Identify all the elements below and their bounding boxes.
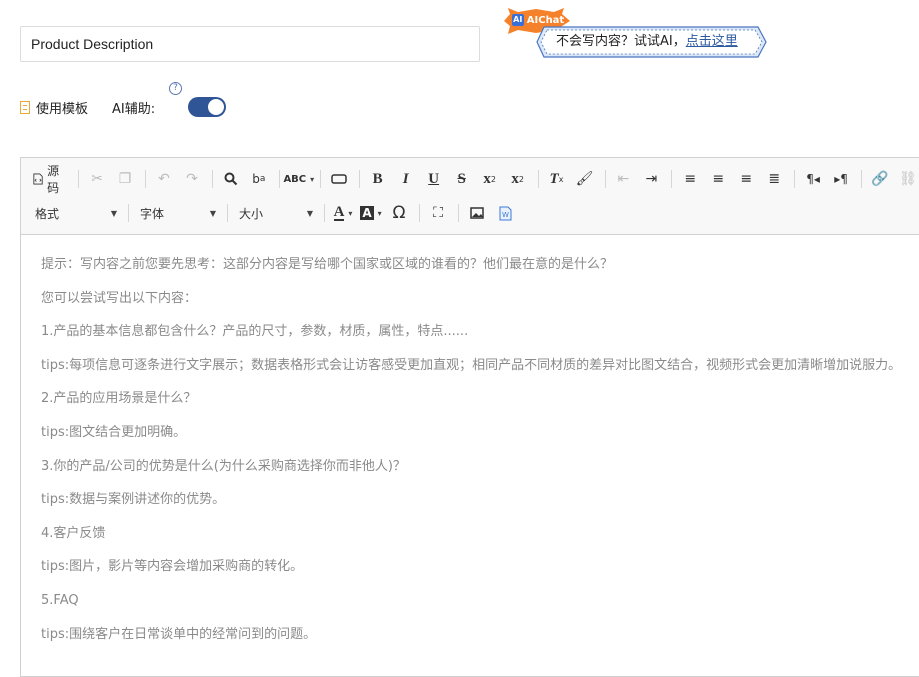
replace-icon[interactable]: ba bbox=[246, 166, 272, 192]
source-button[interactable]: 源码 bbox=[29, 164, 71, 195]
toggle-knob bbox=[208, 99, 224, 115]
content-line: tips:图文结合更加明确。 bbox=[41, 424, 187, 440]
bold-icon[interactable]: B bbox=[365, 166, 391, 192]
content-line: 4.客户反馈 bbox=[41, 525, 106, 541]
chevron-down-icon: ▼ bbox=[110, 208, 117, 218]
italic-icon[interactable]: I bbox=[393, 166, 419, 192]
chevron-down-icon: ▼ bbox=[306, 208, 313, 218]
cut-icon[interactable]: ✂ bbox=[84, 166, 110, 192]
aichat-badge-label: AIChat bbox=[526, 14, 565, 26]
subscript-icon[interactable]: x2 bbox=[477, 166, 503, 192]
text-color-icon[interactable]: A ▾ bbox=[330, 200, 356, 226]
justify-icon[interactable]: ≣ bbox=[761, 166, 787, 192]
source-label: 源码 bbox=[47, 164, 60, 195]
redo-icon[interactable]: ↷ bbox=[179, 166, 205, 192]
content-line: tips:围绕客户在日常谈单中的经常问到的问题。 bbox=[41, 626, 317, 642]
underline-icon[interactable]: U bbox=[421, 166, 447, 192]
image-icon[interactable] bbox=[464, 200, 490, 226]
format-painter-icon[interactable]: 🖌 bbox=[572, 166, 598, 192]
format-label: 格式 bbox=[35, 206, 60, 221]
size-label: 大小 bbox=[239, 206, 264, 221]
editor-toolbar: 源码 ✂ ❐ ↶ ↷ ba ABC ▾ B I U S x2 x2 T x 🖌 … bbox=[21, 158, 919, 235]
content-line: 提示：写内容之前您要先思考：这部分内容是写给哪个国家或区域的谁看的？他们最在意的… bbox=[41, 257, 614, 272]
ai-promo-banner[interactable]: 不会写内容？试试AI，点击这里 bbox=[536, 26, 768, 58]
strikethrough-icon[interactable]: S bbox=[449, 166, 475, 192]
chevron-down-icon: ▼ bbox=[209, 208, 216, 218]
find-icon[interactable] bbox=[218, 166, 244, 192]
rtl-icon[interactable]: ¶◂ bbox=[800, 166, 826, 192]
special-char-icon[interactable]: Ω bbox=[386, 200, 412, 226]
format-dropdown[interactable]: 格式 ▼ bbox=[29, 201, 123, 225]
align-right-icon[interactable]: ≡ bbox=[733, 166, 759, 192]
source-icon bbox=[33, 173, 43, 185]
font-label: 字体 bbox=[140, 206, 165, 221]
svg-text:W: W bbox=[502, 211, 509, 219]
help-icon[interactable]: ? bbox=[169, 82, 182, 95]
title-input[interactable]: Product Description bbox=[20, 26, 480, 62]
content-line: tips:数据与案例讲述你的优势。 bbox=[41, 492, 226, 508]
copy-icon[interactable]: ❐ bbox=[112, 166, 138, 192]
ai-assist-label: AI辅助: bbox=[112, 101, 156, 117]
align-center-icon[interactable]: ≡ bbox=[705, 166, 731, 192]
background-color-icon[interactable]: A ▾ bbox=[358, 200, 384, 226]
undo-icon[interactable]: ↶ bbox=[151, 166, 177, 192]
size-dropdown[interactable]: 大小 ▼ bbox=[233, 201, 319, 225]
content-line: 5.FAQ bbox=[41, 592, 79, 608]
unlink-icon[interactable]: ⛓ bbox=[895, 166, 919, 192]
editor-content[interactable]: 提示：写内容之前您要先思考：这部分内容是写给哪个国家或区域的谁看的？他们最在意的… bbox=[21, 235, 919, 645]
ai-promo-link[interactable]: 点击这里 bbox=[686, 34, 738, 49]
content-line: 1.产品的基本信息都包含什么？产品的尺寸，参数，材质，属性，特点...... bbox=[41, 324, 469, 340]
content-line: 您可以尝试写出以下内容： bbox=[41, 290, 198, 306]
font-dropdown[interactable]: 字体 ▼ bbox=[134, 201, 222, 225]
use-template-link[interactable]: 使用模板 bbox=[36, 98, 88, 117]
template-icon[interactable] bbox=[20, 100, 30, 114]
indent-icon[interactable]: ⇥ bbox=[638, 166, 664, 192]
ai-logo-icon: AI bbox=[511, 14, 524, 26]
align-left-icon[interactable]: ≡ bbox=[677, 166, 703, 192]
ai-assist-toggle[interactable] bbox=[188, 97, 226, 117]
ltr-icon[interactable]: ▸¶ bbox=[828, 166, 854, 192]
content-line: tips:每项信息可逐条进行文字展示；数据表格形式会让访客感受更加直观；相同产品… bbox=[41, 357, 902, 373]
superscript-icon[interactable]: x2 bbox=[505, 166, 531, 192]
link-icon[interactable]: 🔗 bbox=[867, 166, 893, 192]
outdent-icon[interactable]: ⇤ bbox=[610, 166, 636, 192]
word-import-icon[interactable]: W bbox=[492, 200, 518, 226]
content-line: tips:图片，影片等内容会增加采购商的转化。 bbox=[41, 559, 304, 575]
rich-text-editor: 源码 ✂ ❐ ↶ ↷ ba ABC ▾ B I U S x2 x2 T x 🖌 … bbox=[20, 157, 919, 677]
content-line: 2.产品的应用场景是什么？ bbox=[41, 391, 197, 407]
maximize-icon[interactable]: ⛶ bbox=[425, 200, 451, 226]
remove-format-icon[interactable]: Tx bbox=[544, 166, 570, 192]
content-line: 3.你的产品/公司的优势是什么(为什么采购商选择你而非他人)？ bbox=[41, 458, 406, 474]
spellcheck-icon[interactable]: ABC ▾ bbox=[283, 166, 314, 192]
ai-promo-text: 不会写内容？试试AI， bbox=[556, 34, 686, 49]
form-field-icon[interactable] bbox=[326, 166, 352, 192]
